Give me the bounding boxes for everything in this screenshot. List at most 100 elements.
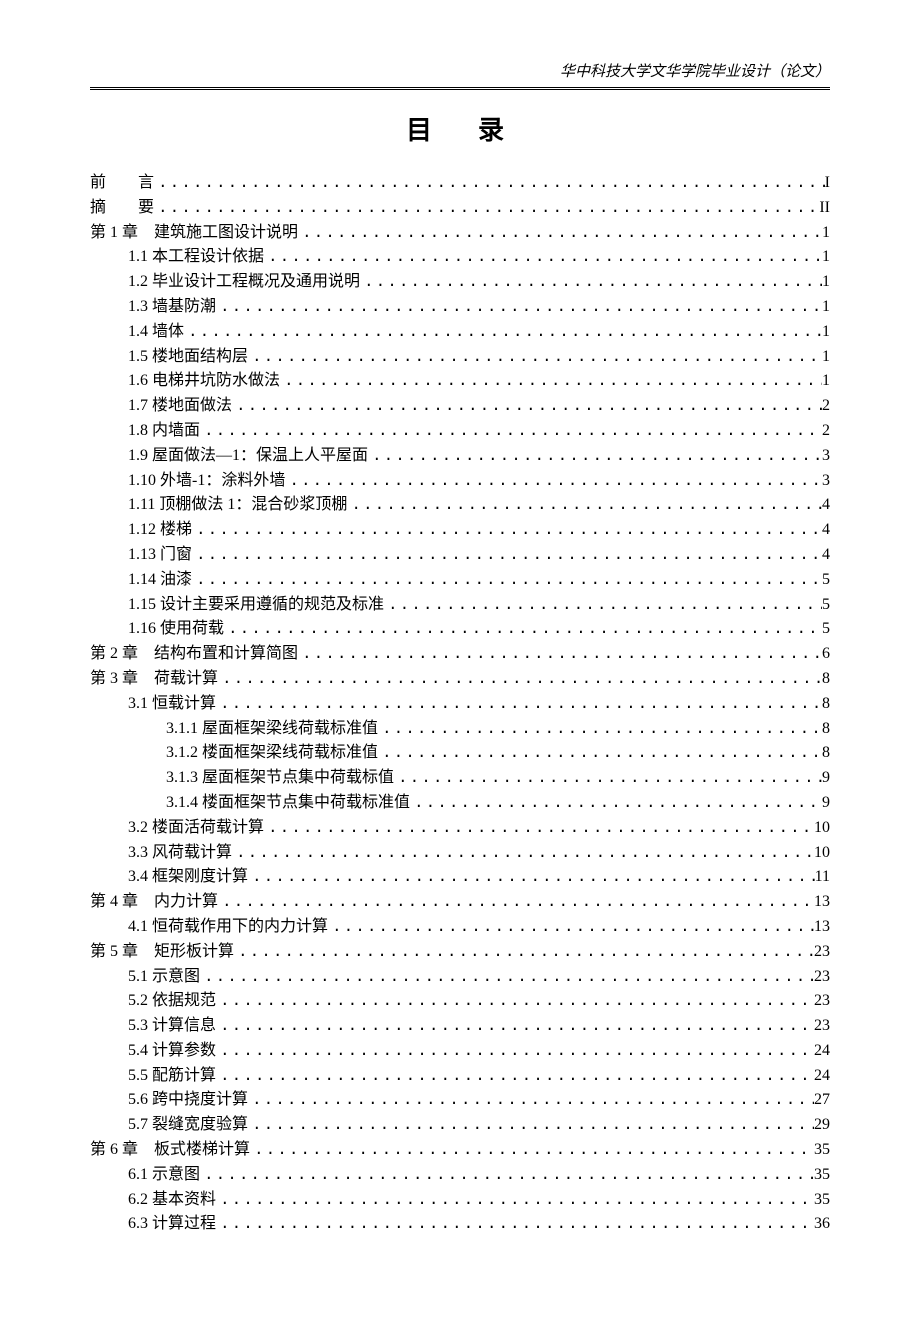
toc-entry: 3.1.4 楼面框架节点集中荷载标准值9: [90, 791, 830, 816]
toc-leader-dots: [248, 865, 815, 890]
toc-entry-page: 5: [822, 568, 830, 593]
toc-entry-page: 35: [814, 1163, 830, 1188]
toc-entry: 3.1.3 屋面框架节点集中荷载标值9: [90, 766, 830, 791]
toc-leader-dots: [216, 1212, 814, 1237]
toc-entry-label: 6.3 计算过程: [128, 1212, 216, 1237]
toc-entry-label: 6.2 基本资料: [128, 1188, 216, 1213]
toc-leader-dots: [200, 419, 822, 444]
toc-leader-dots: [394, 766, 822, 791]
toc-leader-dots: [192, 518, 822, 543]
toc-leader-dots: [368, 444, 822, 469]
toc-entry-label: 1.1 本工程设计依据: [128, 245, 264, 270]
toc-leader-dots: [378, 717, 822, 742]
toc-leader-dots: [216, 295, 822, 320]
toc-entry: 第 4 章 内力计算 13: [90, 890, 830, 915]
toc-entry-label: 4.1 恒荷载作用下的内力计算: [128, 915, 328, 940]
toc-entry: 4.1 恒荷载作用下的内力计算 13: [90, 915, 830, 940]
toc-entry: 1.11 顶棚做法 1：混合砂浆顶棚4: [90, 493, 830, 518]
toc-entry: 3.1.1 屋面框架梁线荷载标准值8: [90, 717, 830, 742]
toc-entry: 1.16 使用荷载5: [90, 617, 830, 642]
toc-entry-label: 5.7 裂缝宽度验算: [128, 1113, 248, 1138]
toc-leader-dots: [248, 1113, 814, 1138]
toc-entry: 1.13 门窗4: [90, 543, 830, 568]
toc-leader-dots: [360, 270, 822, 295]
toc-entry-page: 1: [822, 245, 830, 270]
toc-entry-page: 13: [814, 890, 830, 915]
running-header: 华中科技大学文华学院毕业设计（论文）: [90, 60, 830, 90]
toc-entry-label: 摘 要: [90, 196, 154, 221]
toc-entry-label: 1.2 毕业设计工程概况及通用说明: [128, 270, 360, 295]
toc-leader-dots: [216, 1039, 814, 1064]
toc-entry-page: 4: [822, 493, 830, 518]
toc-entry: 3.1 恒载计算8: [90, 692, 830, 717]
toc-entry: 6.1 示意图35: [90, 1163, 830, 1188]
toc-leader-dots: [328, 915, 814, 940]
toc-entry: 第 5 章 矩形板计算23: [90, 940, 830, 965]
toc-entry: 第 3 章 荷载计算 8: [90, 667, 830, 692]
toc-leader-dots: [192, 543, 822, 568]
toc-entry: 1.8 内墙面2: [90, 419, 830, 444]
toc-entry-label: 3.1.3 屋面框架节点集中荷载标值: [166, 766, 394, 791]
toc-entry-label: 1.7 楼地面做法: [128, 394, 232, 419]
toc-entry-label: 第 2 章 结构布置和计算简图: [90, 642, 298, 667]
toc-leader-dots: [216, 1014, 814, 1039]
toc-entry-label: 1.12 楼梯: [128, 518, 192, 543]
toc-entry-label: 1.9 屋面做法—1：保温上人平屋面: [128, 444, 368, 469]
toc-leader-dots: [378, 741, 822, 766]
toc-entry-label: 3.2 楼面活荷载计算: [128, 816, 264, 841]
toc-entry-label: 5.4 计算参数: [128, 1039, 216, 1064]
toc-entry-label: 3.4 框架刚度计算: [128, 865, 248, 890]
toc-entry-page: 24: [814, 1064, 830, 1089]
toc-entry-page: II: [819, 196, 830, 221]
toc-entry: 5.7 裂缝宽度验算 29: [90, 1113, 830, 1138]
toc-entry-label: 第 6 章 板式楼梯计算: [90, 1138, 250, 1163]
toc-entry-page: 1: [822, 369, 830, 394]
toc-entry-page: 13: [814, 915, 830, 940]
toc-entry-page: 1: [822, 345, 830, 370]
toc-entry-page: 36: [814, 1212, 830, 1237]
toc-entry-page: 29: [814, 1113, 830, 1138]
toc-entry-page: 2: [822, 394, 830, 419]
toc-list: 前 言I摘 要 II 第 1 章 建筑施工图设计说明 1 1.1 本工程设计依据 1 1.2…: [90, 171, 830, 1237]
toc-entry-page: 23: [814, 989, 830, 1014]
toc-entry-page: 8: [822, 692, 830, 717]
toc-entry: 1.7 楼地面做法 2: [90, 394, 830, 419]
toc-entry: 第 2 章 结构布置和计算简图6: [90, 642, 830, 667]
toc-entry: 5.6 跨中挠度计算27: [90, 1088, 830, 1113]
toc-entry: 1.4 墙体1: [90, 320, 830, 345]
toc-entry-page: 23: [814, 965, 830, 990]
toc-leader-dots: [200, 965, 814, 990]
toc-leader-dots: [232, 394, 822, 419]
toc-entry-label: 5.6 跨中挠度计算: [128, 1088, 248, 1113]
toc-entry-label: 第 3 章 荷载计算: [90, 667, 218, 692]
toc-entry: 前 言I: [90, 171, 830, 196]
toc-leader-dots: [216, 989, 814, 1014]
toc-entry-page: 5: [822, 593, 830, 618]
toc-entry: 3.1.2 楼面框架梁线荷载标准值8: [90, 741, 830, 766]
toc-entry: 3.2 楼面活荷载计算10: [90, 816, 830, 841]
page-container: 华中科技大学文华学院毕业设计（论文） 目 录 前 言I摘 要 II 第 1 章 建筑…: [0, 0, 920, 1297]
toc-leader-dots: [200, 1163, 814, 1188]
toc-entry: 6.3 计算过程 36: [90, 1212, 830, 1237]
toc-entry-page: 1: [822, 270, 830, 295]
toc-entry-page: 8: [822, 667, 830, 692]
toc-entry: 1.10 外墙-1：涂料外墙3: [90, 469, 830, 494]
toc-entry: 1.9 屋面做法—1：保温上人平屋面 3: [90, 444, 830, 469]
toc-entry: 1.12 楼梯4: [90, 518, 830, 543]
toc-entry-label: 1.15 设计主要采用遵循的规范及标准: [128, 593, 384, 618]
toc-entry: 第 6 章 板式楼梯计算35: [90, 1138, 830, 1163]
toc-entry-label: 1.14 油漆: [128, 568, 192, 593]
toc-entry-page: 3: [822, 444, 830, 469]
toc-entry-label: 3.1.4 楼面框架节点集中荷载标准值: [166, 791, 410, 816]
toc-entry: 5.3 计算信息23: [90, 1014, 830, 1039]
toc-entry: 1.6 电梯井坑防水做法1: [90, 369, 830, 394]
toc-entry-page: 3: [822, 469, 830, 494]
toc-leader-dots: [285, 469, 822, 494]
toc-entry-label: 第 4 章 内力计算: [90, 890, 218, 915]
toc-entry-label: 第 1 章 建筑施工图设计说明: [90, 221, 298, 246]
toc-title: 目 录: [90, 110, 830, 147]
toc-leader-dots: [384, 593, 822, 618]
toc-leader-dots: [232, 841, 814, 866]
toc-entry-label: 1.13 门窗: [128, 543, 192, 568]
toc-entry: 3.4 框架刚度计算11: [90, 865, 830, 890]
